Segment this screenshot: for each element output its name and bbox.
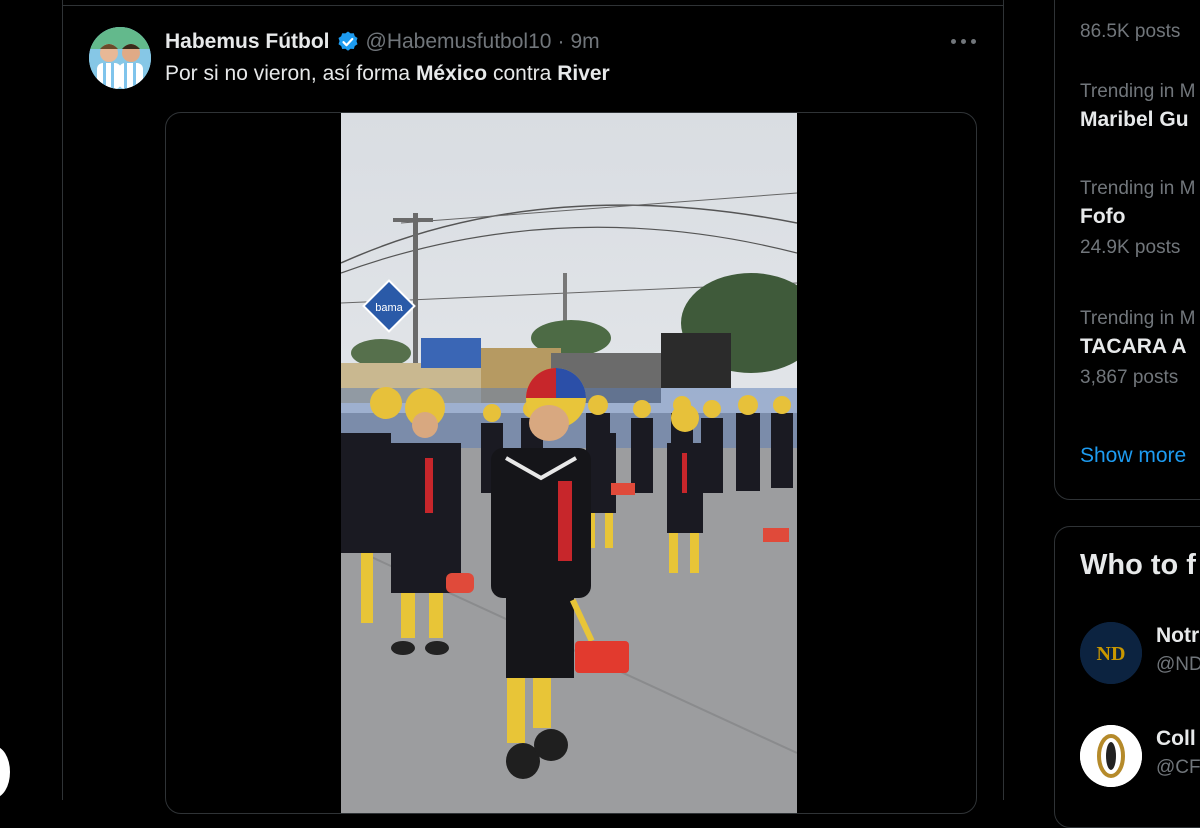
follow-suggestion[interactable]: ND Notr @ND — [1080, 622, 1200, 686]
trend-item[interactable]: Trending in M Maribel Gu — [1080, 81, 1195, 132]
street-sign-label: bama — [375, 302, 403, 314]
tweet-text-bold: México — [415, 62, 488, 85]
trends-panel: 86.5K posts Trending in M Maribel Gu Tre… — [1054, 0, 1200, 500]
author-avatar[interactable] — [89, 27, 151, 89]
who-to-follow-panel: Who to f ND Notr @ND Coll @CF — [1054, 526, 1200, 828]
account-avatar[interactable] — [1080, 725, 1142, 787]
trend-name: TACARA A — [1080, 335, 1187, 358]
timeline-column: Habemus Fútbol @Habemusfutbol10 · 9m Por… — [62, 0, 1004, 814]
verified-badge-icon — [336, 30, 360, 54]
follow-suggestion[interactable]: Coll @CF — [1080, 725, 1200, 789]
floating-button[interactable] — [0, 746, 10, 798]
tweet-text-part: Por si no vieron, así forma — [165, 62, 416, 85]
trend-post-count: 24.9K posts — [1080, 237, 1181, 258]
trend-category: Trending in M — [1080, 178, 1196, 199]
trend-name: Maribel Gu — [1080, 108, 1189, 131]
right-sidebar: 86.5K posts Trending in M Maribel Gu Tre… — [1054, 0, 1200, 828]
author-display-name[interactable]: Habemus Fútbol — [165, 30, 330, 54]
trend-post-count: 3,867 posts — [1080, 367, 1179, 388]
trend-name: Fofo — [1080, 205, 1126, 228]
account-handle: @ND — [1156, 654, 1200, 675]
trend-post-count: 86.5K posts — [1080, 21, 1181, 42]
video-frame: bama — [341, 113, 797, 813]
who-to-follow-title: Who to f — [1080, 549, 1196, 581]
separator-dot: · — [557, 30, 565, 53]
tweet-text: Por si no vieron, así forma México contr… — [165, 62, 610, 86]
trend-item[interactable]: Trending in M Fofo 24.9K posts — [1080, 178, 1195, 259]
tweet-timestamp[interactable]: 9m — [570, 30, 599, 54]
tweet-media[interactable]: bama — [165, 112, 977, 814]
tweet-header: Habemus Fútbol @Habemusfutbol10 · 9m — [165, 28, 600, 56]
tweet-text-bold: River — [557, 62, 610, 85]
account-name: Notr — [1156, 624, 1200, 647]
video-player[interactable]: bama — [341, 113, 797, 813]
tweet-text-part: contra — [487, 62, 558, 85]
trend-category: Trending in M — [1080, 308, 1196, 329]
show-more-link[interactable]: Show more — [1080, 444, 1186, 468]
divider — [63, 5, 1003, 6]
account-name: Coll — [1156, 727, 1196, 750]
account-avatar[interactable]: ND — [1080, 622, 1142, 684]
account-handle: @CF — [1156, 757, 1200, 778]
author-handle[interactable]: @Habemusfutbol10 — [366, 30, 552, 54]
trend-item[interactable]: 86.5K posts — [1080, 21, 1180, 43]
more-dots-icon[interactable] — [951, 30, 977, 52]
trend-item[interactable]: Trending in M TACARA A 3,867 posts — [1080, 308, 1195, 389]
trend-category: Trending in M — [1080, 81, 1196, 102]
svg-text:ND: ND — [1097, 643, 1126, 665]
